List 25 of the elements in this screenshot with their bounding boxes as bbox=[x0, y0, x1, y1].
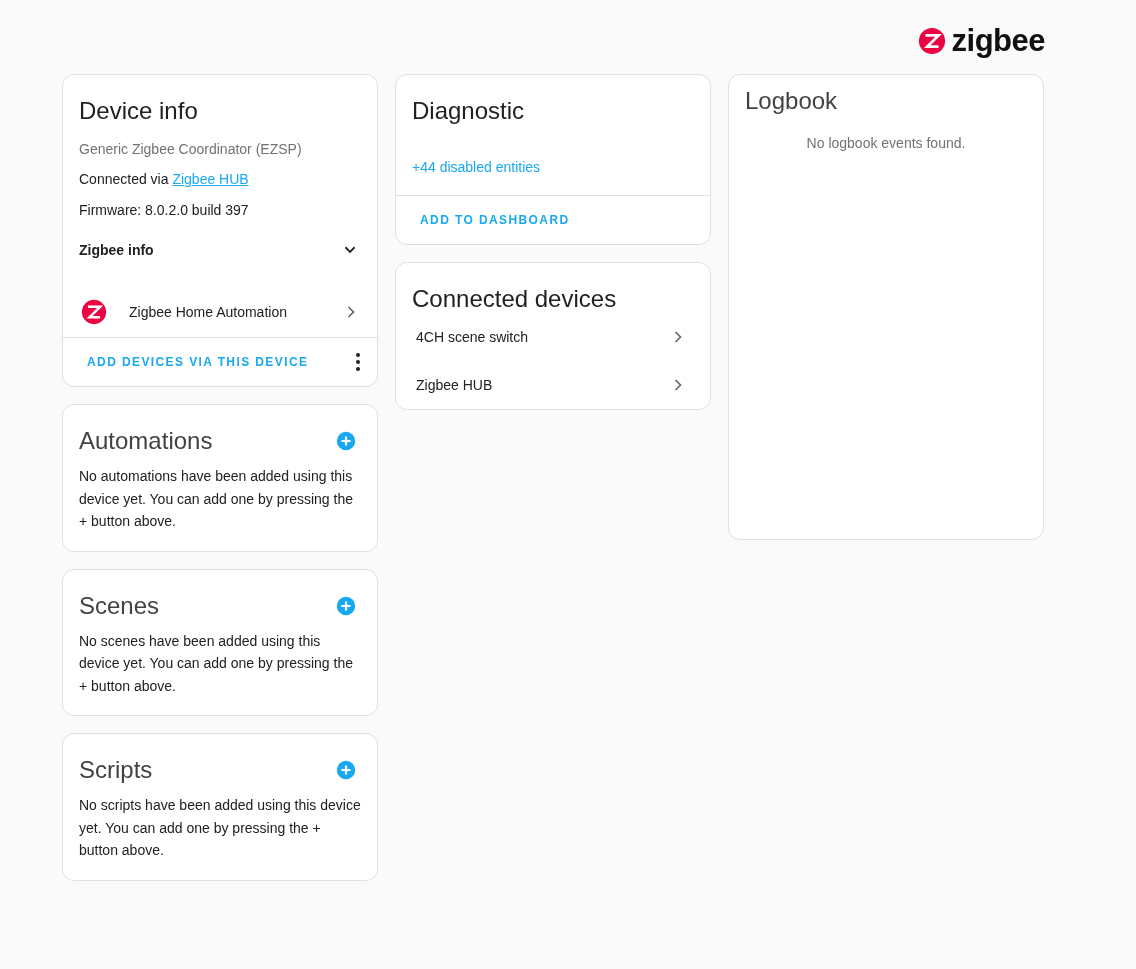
card-title: Scenes bbox=[78, 591, 161, 620]
integration-row[interactable]: Zigbee Home Automation bbox=[63, 269, 377, 337]
add-icon[interactable] bbox=[335, 759, 357, 781]
empty-message: No scripts have been added using this device yet. You can add one by pressing the + button above. bbox=[78, 796, 362, 860]
device-row[interactable]: Zigbee HUB bbox=[396, 361, 710, 409]
card-title: Diagnostic bbox=[411, 96, 526, 125]
add-icon[interactable] bbox=[335, 430, 357, 452]
firmware-text: Firmware: 8.0.2.0 build 397 bbox=[79, 201, 250, 220]
device-model: Generic Zigbee Coordinator (EZSP) bbox=[79, 140, 303, 159]
zigbee-icon bbox=[81, 299, 107, 325]
empty-message: No scenes have been added using this device yet. You can add one by pressing the + button above. bbox=[78, 631, 354, 696]
connected-via-label: Connected via bbox=[79, 171, 169, 187]
card-title: Logbook bbox=[744, 86, 839, 115]
empty-message: No logbook events found. bbox=[805, 134, 967, 151]
empty-message: No automations have been added using this device yet. You can add one by pressing the + button above. bbox=[78, 467, 354, 531]
zigbee-logo-icon bbox=[917, 27, 946, 55]
card-title: Automations bbox=[78, 427, 214, 455]
device-row[interactable]: 4CH scene switch bbox=[396, 313, 710, 361]
card-title: Connected devices bbox=[411, 284, 618, 313]
zigbee-info-expander[interactable]: Zigbee info bbox=[63, 231, 377, 269]
logo-text: zigbee bbox=[951, 23, 1045, 59]
add-icon[interactable] bbox=[335, 594, 357, 617]
card-title: Device info bbox=[78, 96, 199, 125]
card-title: Scripts bbox=[78, 756, 154, 784]
more-options-icon[interactable] bbox=[355, 352, 361, 372]
